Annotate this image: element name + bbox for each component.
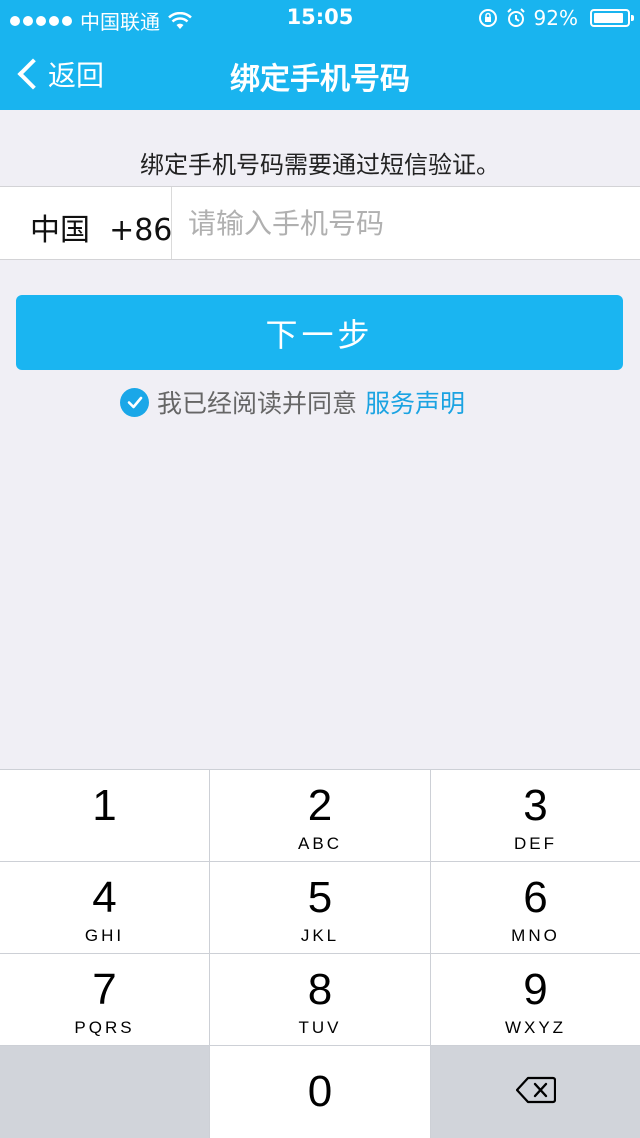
next-step-button[interactable]: 下一步 bbox=[16, 295, 623, 370]
status-bar: 中国联通 15:05 92% bbox=[0, 0, 640, 36]
delete-key[interactable] bbox=[431, 1046, 640, 1138]
battery-icon bbox=[590, 9, 634, 27]
verification-hint: 绑定手机号码需要通过短信验证。 bbox=[140, 151, 500, 179]
key-digit: 0 bbox=[307, 1067, 333, 1116]
key-digit: 3 bbox=[523, 781, 548, 830]
numeric-keypad: 1 2 ABC 3 DEF 4 GHI 5 JKL 6 MNO 7 PQRS 8… bbox=[0, 769, 640, 1138]
agree-checkbox[interactable] bbox=[120, 387, 149, 417]
key-digit: 6 bbox=[523, 873, 548, 922]
alarm-icon bbox=[506, 8, 525, 27]
key-letters: JKL bbox=[300, 926, 340, 945]
key-9[interactable]: 9 WXYZ bbox=[431, 954, 640, 1045]
agreement-row: 我已经阅读并同意 服务声明 bbox=[120, 384, 465, 420]
phone-row: 中国 +86 bbox=[0, 186, 640, 260]
key-7[interactable]: 7 PQRS bbox=[0, 954, 209, 1045]
key-6[interactable]: 6 MNO bbox=[431, 862, 640, 953]
key-blank bbox=[0, 1046, 209, 1138]
top-bar: 中国联通 15:05 92% 返回 绑定手机号码 bbox=[0, 0, 640, 110]
rotation-lock-icon bbox=[478, 9, 497, 27]
key-0[interactable]: 0 bbox=[210, 1046, 430, 1138]
key-digit: 5 bbox=[307, 873, 333, 922]
key-letters: ABC bbox=[298, 834, 342, 853]
agree-text: 我已经阅读并同意 bbox=[157, 389, 358, 418]
key-letters: PQRS bbox=[74, 1018, 135, 1037]
key-digit: 7 bbox=[92, 965, 117, 1014]
key-letters: WXYZ bbox=[504, 1018, 567, 1037]
key-4[interactable]: 4 GHI bbox=[0, 862, 209, 953]
divider bbox=[171, 187, 172, 259]
key-8[interactable]: 8 TUV bbox=[210, 954, 430, 1045]
country-code-selector[interactable]: 中国 +86 bbox=[30, 205, 172, 249]
battery-fill bbox=[594, 13, 624, 23]
nav-bar: 返回 绑定手机号码 bbox=[0, 36, 640, 110]
key-digit: 1 bbox=[92, 781, 117, 830]
key-digit: 4 bbox=[92, 873, 117, 922]
status-right: 92% bbox=[478, 6, 634, 30]
key-1[interactable]: 1 bbox=[0, 770, 209, 861]
battery-percent: 92% bbox=[533, 6, 578, 30]
key-5[interactable]: 5 JKL bbox=[210, 862, 430, 953]
page-title: 绑定手机号码 bbox=[230, 62, 410, 97]
key-3[interactable]: 3 DEF bbox=[431, 770, 640, 861]
checkmark-icon bbox=[127, 396, 142, 409]
key-2[interactable]: 2 ABC bbox=[210, 770, 430, 861]
phone-number-input[interactable] bbox=[188, 197, 628, 249]
key-letters: GHI bbox=[84, 926, 125, 945]
key-digit: 2 bbox=[307, 781, 333, 830]
key-letters: DEF bbox=[514, 834, 557, 853]
key-letters: MNO bbox=[511, 926, 560, 945]
key-digit: 8 bbox=[307, 965, 333, 1014]
service-terms-link[interactable]: 服务声明 bbox=[365, 384, 465, 420]
backspace-icon bbox=[515, 1076, 556, 1104]
key-digit: 9 bbox=[523, 965, 548, 1014]
key-letters: TUV bbox=[298, 1018, 342, 1037]
